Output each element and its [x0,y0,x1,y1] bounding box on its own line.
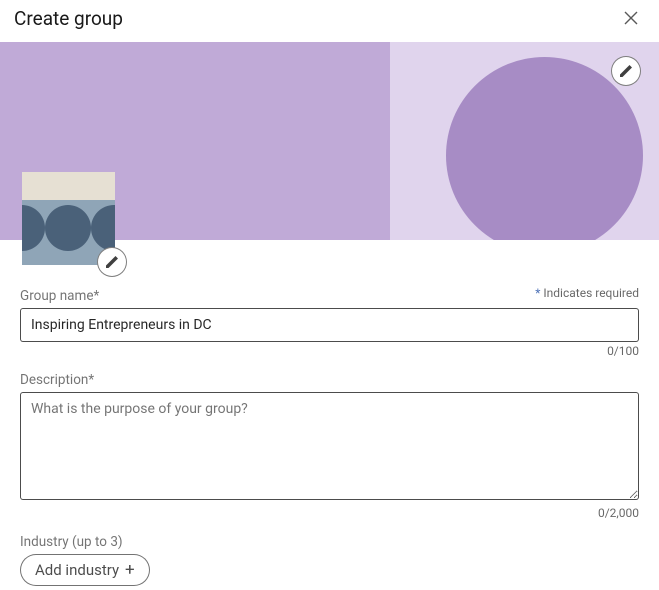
group-name-input[interactable] [20,308,639,342]
required-indicator-text: * Indicates required [535,286,639,300]
add-industry-button[interactable]: Add industry + [20,554,150,586]
description-textarea[interactable] [20,392,639,500]
edit-banner-button[interactable] [611,56,641,86]
plus-icon: + [125,562,135,579]
banner-decorative-circle [446,57,643,240]
dialog-title: Create group [14,7,123,30]
industry-label: Industry (up to 3) [20,534,639,550]
close-icon [621,8,641,28]
close-button[interactable] [617,4,645,32]
description-counter: 0/2,000 [20,506,639,520]
pencil-icon [618,63,634,79]
group-name-counter: 0/100 [20,344,639,358]
description-label: Description* [20,372,639,388]
add-industry-label: Add industry [35,561,119,579]
